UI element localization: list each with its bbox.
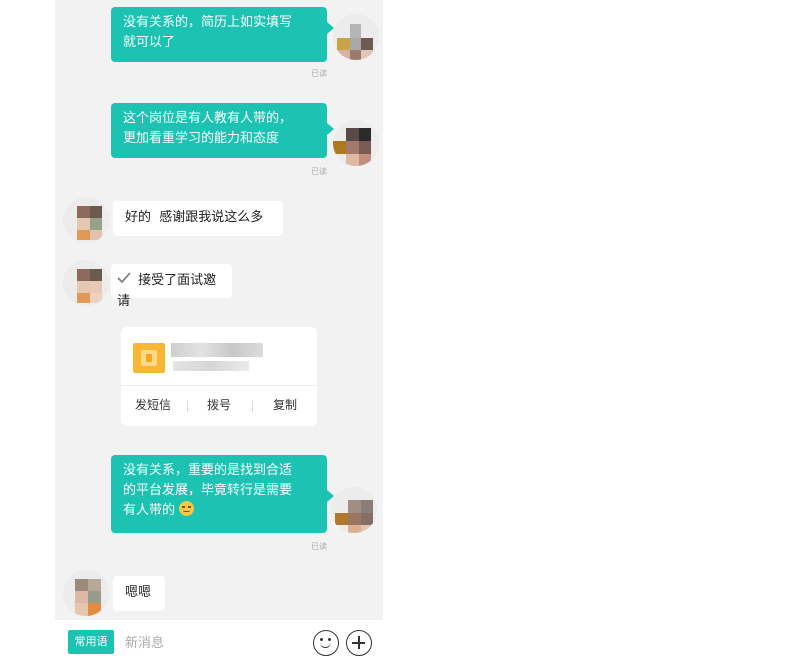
check-icon: [117, 271, 131, 291]
my-avatar[interactable]: [333, 120, 379, 166]
message-input-bar: 常用语 新消息: [55, 620, 383, 660]
divider: [187, 400, 188, 412]
message-bubble-received[interactable]: 嗯嗯: [113, 576, 165, 611]
plus-icon[interactable]: [346, 630, 372, 656]
message-line: 更加看重学习的能力和态度: [123, 131, 280, 146]
message-line: 没有关系的，简历上如实填写: [123, 15, 293, 30]
message-line: 的平台发展，毕竟转行是需要: [123, 483, 293, 498]
smile-emoji: [179, 501, 195, 516]
send-sms-button[interactable]: 发短信: [123, 391, 183, 419]
message-line: 有人带的: [123, 503, 176, 518]
dial-button[interactable]: 拨号: [189, 391, 249, 419]
contact-info-redacted: [173, 361, 249, 371]
my-avatar[interactable]: [331, 487, 377, 533]
message-line: 就可以了: [123, 35, 176, 50]
message-text: 接受了面试邀请: [117, 273, 217, 309]
message-text: 好的 感谢跟我说这么多: [125, 210, 264, 225]
contact-name-redacted: [171, 343, 263, 357]
common-phrases-button[interactable]: 常用语: [68, 630, 114, 654]
emoji-icon[interactable]: [313, 630, 339, 656]
message-line: 这个岗位是有人教有人带的，: [123, 111, 293, 126]
read-status: 已读: [311, 69, 327, 78]
message-bubble-received[interactable]: 接受了面试邀请: [111, 264, 232, 309]
contact-avatar[interactable]: [63, 260, 109, 306]
message-bubble-sent[interactable]: 没有关系的，简历上如实填写 就可以了: [111, 7, 327, 62]
copy-button[interactable]: 复制: [255, 391, 315, 419]
contact-avatar[interactable]: [63, 570, 109, 616]
read-status: 已读: [311, 167, 327, 176]
divider: [252, 400, 253, 412]
contact-card-icon: [133, 343, 165, 373]
my-avatar[interactable]: [333, 14, 379, 60]
read-status: 已读: [311, 542, 327, 551]
message-text: 嗯嗯: [125, 585, 152, 600]
chat-panel: 没有关系的，简历上如实填写 就可以了 已读 这个岗位是有人教有人带的， 更加看重…: [55, 0, 383, 620]
message-bubble-received[interactable]: 好的 感谢跟我说这么多: [113, 201, 283, 236]
bubble-tail: [327, 123, 334, 135]
contact-avatar[interactable]: [63, 197, 109, 243]
message-input[interactable]: 新消息: [125, 632, 164, 651]
contact-card[interactable]: 发短信 拨号 复制: [121, 327, 317, 426]
message-bubble-sent[interactable]: 没有关系，重要的是找到合适 的平台发展，毕竟转行是需要 有人带的: [111, 455, 327, 533]
message-bubble-sent[interactable]: 这个岗位是有人教有人带的， 更加看重学习的能力和态度: [111, 103, 327, 158]
message-line: 没有关系，重要的是找到合适: [123, 463, 293, 478]
card-divider: [121, 385, 317, 386]
